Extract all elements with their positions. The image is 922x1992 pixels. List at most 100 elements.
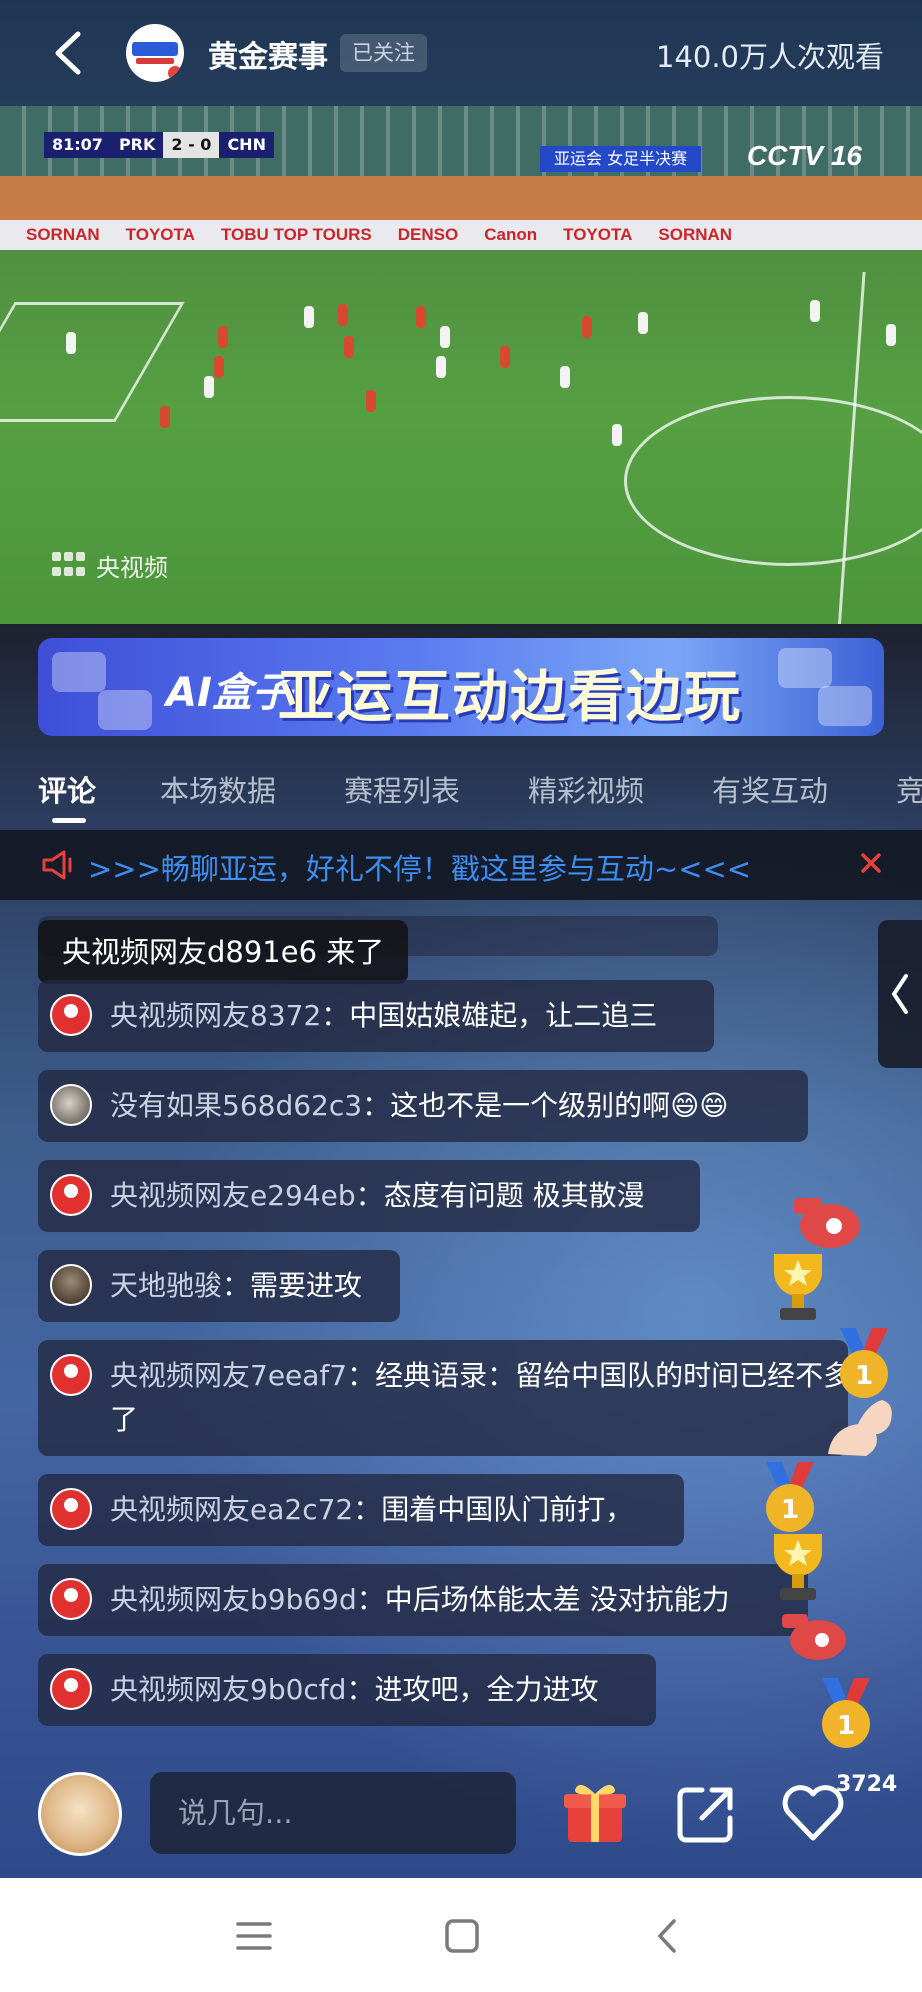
comment-item[interactable]: 央视频网友9b0cfd：进攻吧，全力进攻 — [38, 1654, 656, 1726]
gift-icon[interactable] — [560, 1778, 630, 1848]
player — [66, 332, 76, 354]
comment-user: 央视频网友7eeaf7 — [110, 1359, 348, 1392]
whistle-icon — [782, 1614, 846, 1660]
comment-item[interactable]: 没有如果568d62c3：这也不是一个级别的啊😄😄 — [38, 1070, 808, 1142]
player — [366, 390, 376, 412]
speaker-icon — [42, 850, 72, 880]
comment-user: 天地驰骏 — [110, 1269, 223, 1302]
comment-text: 中国姑娘雄起，让二追三 — [349, 999, 658, 1032]
player — [440, 326, 450, 348]
player — [810, 300, 820, 322]
comment-item[interactable]: 央视频网友8372：中国姑娘雄起，让二追三 — [38, 980, 714, 1052]
back-arrow-icon[interactable] — [48, 28, 88, 78]
like-count: 3724 — [836, 1772, 898, 1797]
channel-avatar[interactable] — [126, 24, 184, 82]
comment-user: 央视频网友9b0cfd — [110, 1673, 347, 1706]
player — [204, 376, 214, 398]
player — [338, 304, 348, 326]
tab-bar: 评论 本场数据 赛程列表 精彩视频 有奖互动 竞 — [0, 754, 922, 824]
my-avatar[interactable] — [38, 1772, 122, 1856]
tab-schedule[interactable]: 赛程列表 — [344, 768, 460, 810]
stadium-banner — [0, 176, 922, 220]
tab-match-stats[interactable]: 本场数据 — [160, 768, 276, 810]
side-panel-toggle[interactable] — [878, 920, 922, 1068]
banner-decoration — [98, 690, 152, 730]
follow-button[interactable]: 已关注 — [340, 34, 427, 72]
tab-more[interactable]: 竞 — [896, 768, 922, 810]
ad-board-item: Canon — [484, 225, 538, 244]
comment-user: 央视频网友e294eb — [110, 1179, 356, 1212]
back-icon[interactable] — [648, 1916, 688, 1956]
banner-title: 亚运互动边看边玩 — [278, 665, 742, 730]
notice-text[interactable]: >>>畅聊亚运，好礼不停！戳这里参与互动~<<< — [88, 846, 751, 888]
system-nav-bar — [0, 1878, 922, 1992]
comment-user: 央视频网友b9b69d — [110, 1583, 357, 1616]
player — [638, 312, 648, 334]
home-square-icon[interactable] — [442, 1916, 482, 1956]
tab-rewards[interactable]: 有奖互动 — [712, 768, 828, 810]
notice-bar[interactable]: >>>畅聊亚运，好礼不停！戳这里参与互动~<<< — [0, 830, 922, 900]
trophy-icon — [774, 1534, 822, 1600]
tab-highlights[interactable]: 精彩视频 — [528, 768, 644, 810]
comment-user: 央视频网友ea2c72 — [110, 1493, 354, 1526]
avatar — [50, 1354, 92, 1396]
ad-board-item: SORNAN — [658, 225, 733, 244]
avatar — [50, 1668, 92, 1710]
menu-icon[interactable] — [234, 1916, 274, 1956]
avatar — [50, 1488, 92, 1530]
ad-board-item: DENSO — [397, 225, 459, 244]
watermark: 央视频 — [52, 548, 168, 583]
avatar — [50, 1084, 92, 1126]
comment-text: 态度有问题 极其散漫 — [383, 1179, 645, 1212]
ad-board-item: TOYOTA — [563, 225, 633, 244]
gold-medal-icon: 1 — [822, 1678, 870, 1748]
event-tag: 亚运会 女足半决赛 — [540, 146, 702, 172]
player — [416, 306, 426, 328]
ad-board-item: TOYOTA — [125, 225, 195, 244]
trophy-icon — [774, 1254, 822, 1320]
tab-comments[interactable]: 评论 — [38, 768, 96, 810]
chevron-left-icon — [891, 974, 908, 1014]
comment-item[interactable]: 天地驰骏：需要进攻 — [38, 1250, 400, 1322]
player — [160, 406, 170, 428]
live-badge — [168, 66, 182, 80]
user-joined-banner: 央视频网友d891e6 来了 — [38, 920, 409, 984]
share-icon[interactable] — [672, 1778, 742, 1848]
flexed-arm-icon — [828, 1400, 892, 1456]
broadcaster-logo: CCTV 16 — [746, 140, 862, 171]
team-away: CHN — [227, 135, 266, 154]
whistle-icon — [794, 1198, 860, 1248]
player — [500, 346, 510, 368]
avatar — [50, 1264, 92, 1306]
comment-text: 围着中国队门前打， — [381, 1493, 634, 1526]
team-home: PRK — [118, 135, 156, 154]
ad-board-item: TOBU TOP TOURS — [220, 225, 372, 244]
comment-text: 进攻吧，全力进攻 — [374, 1673, 599, 1706]
comment-item[interactable]: 央视频网友7eeaf7：经典语录：留给中国队的时间已经不多了 — [38, 1340, 851, 1456]
comment-item[interactable]: 央视频网友e294eb：态度有问题 极其散漫 — [38, 1160, 700, 1232]
player — [612, 424, 622, 446]
player — [214, 356, 224, 378]
comment-text: 需要进攻 — [250, 1269, 363, 1302]
comment-panel: AI盒子 亚运互动边看边玩 评论 本场数据 赛程列表 精彩视频 有奖互动 竞 >… — [0, 624, 922, 1878]
comment-item[interactable]: 央视频网友b9b69d：中后场体能太差 没对抗能力 — [38, 1564, 808, 1636]
comment-user: 没有如果568d62c3 — [110, 1089, 363, 1122]
comment-text: 中后场体能太差 没对抗能力 — [384, 1583, 730, 1616]
comment-input[interactable]: 说几句... — [150, 1772, 516, 1854]
avatar — [50, 994, 92, 1036]
channel-name[interactable]: 黄金赛事 — [208, 32, 328, 76]
banner-decoration — [818, 686, 872, 726]
promo-banner[interactable]: AI盒子 亚运互动边看边玩 — [38, 638, 884, 736]
close-icon[interactable] — [856, 848, 886, 878]
player — [344, 336, 354, 358]
gold-medal-icon: 1 — [840, 1328, 888, 1398]
viewer-count: 140.0万人次观看 — [655, 40, 884, 74]
match-clock: 81:07 — [52, 135, 103, 154]
top-bar: 黄金赛事 已关注 140.0万人次观看 — [0, 0, 922, 106]
banner-decoration — [778, 648, 832, 688]
ad-boards: SORNAN TOYOTA TOBU TOP TOURS DENSO Canon… — [0, 220, 922, 250]
svg-text:1: 1 — [781, 1495, 799, 1525]
pitch-line — [624, 396, 922, 566]
comment-item[interactable]: 央视频网友ea2c72：围着中国队门前打， — [38, 1474, 684, 1546]
video-player[interactable]: SORNAN TOYOTA TOBU TOP TOURS DENSO Canon… — [0, 106, 922, 624]
